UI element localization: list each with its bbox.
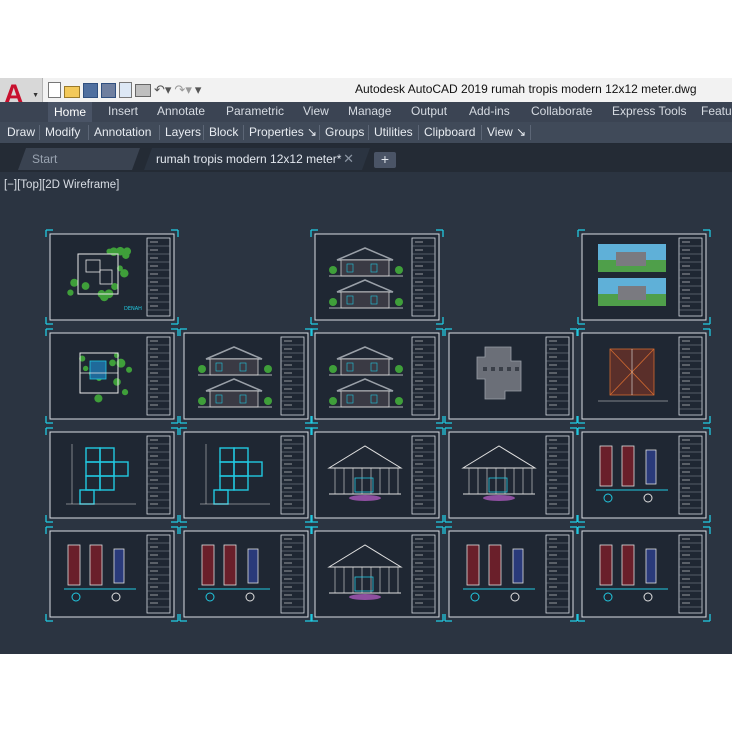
drawing-sheet[interactable] (578, 428, 710, 522)
drawing-sheet[interactable] (311, 329, 443, 423)
drawing-sheet[interactable] (180, 329, 312, 423)
drawing-sheet[interactable] (578, 527, 710, 621)
drawing-sheet[interactable] (46, 329, 178, 423)
drawing-sheet[interactable] (46, 527, 178, 621)
site-plan-caption: DENAH (124, 306, 142, 312)
drawing-sheet[interactable] (311, 527, 443, 621)
drawing-sheet[interactable] (180, 527, 312, 621)
drawing-sheet[interactable] (445, 428, 577, 522)
autocad-window: ↶▾ ↷▾ ▾ Autodesk AutoCAD 2019 rumah trop… (0, 78, 732, 654)
drawing-area[interactable]: DENAH (0, 78, 732, 654)
drawing-sheet[interactable] (578, 230, 710, 324)
drawing-sheet[interactable] (311, 230, 443, 324)
drawing-sheet[interactable] (445, 527, 577, 621)
drawing-sheet[interactable] (46, 428, 178, 522)
drawing-sheet[interactable] (311, 428, 443, 522)
drawing-sheet[interactable] (445, 329, 577, 423)
drawing-sheet[interactable] (578, 329, 710, 423)
drawing-sheet[interactable] (180, 428, 312, 522)
drawing-sheet[interactable]: DENAH (46, 230, 178, 324)
